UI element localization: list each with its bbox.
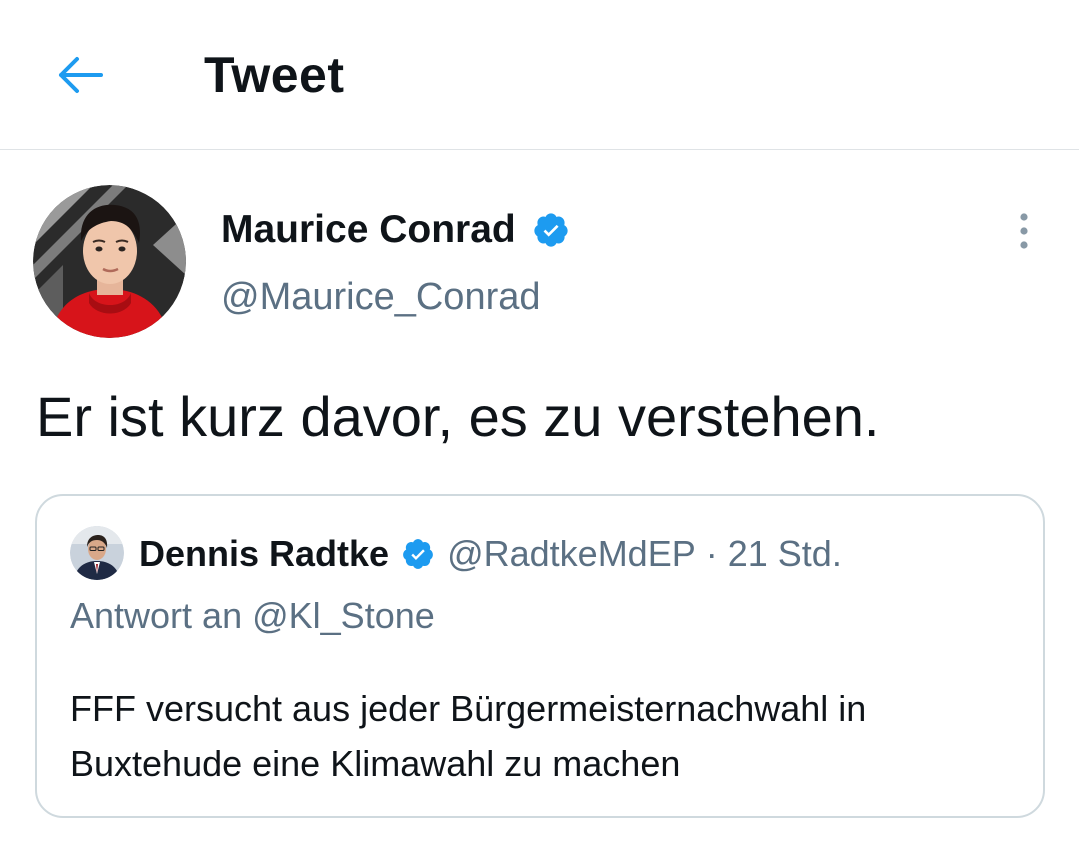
top-app-bar: Tweet (0, 0, 1079, 150)
quoted-tweet-text: FFF versucht aus jeder Bürgermeisternach… (70, 688, 867, 784)
tweet-detail-screen: Tweet Maurice Conrad @Maurice_Conrad Er … (0, 0, 1079, 844)
verified-badge-icon (401, 537, 435, 571)
author-name[interactable]: Maurice Conrad (221, 206, 516, 254)
quoted-tweet-timestamp: 21 Std. (727, 533, 842, 574)
quoted-tweet-card[interactable]: Dennis Radtke @RadtkeMdEP · 21 Std. Antw… (35, 494, 1045, 818)
more-options-button[interactable] (1004, 208, 1044, 254)
author-handle[interactable]: @Maurice_Conrad (221, 273, 541, 321)
reply-context: Antwort an @Kl_Stone (70, 593, 435, 639)
dot-separator: · (705, 533, 718, 574)
quoted-author-handle: @RadtkeMdEP (447, 533, 696, 574)
arrow-left-icon (59, 57, 103, 93)
avatar-image (33, 185, 186, 338)
page-title: Tweet (204, 47, 345, 103)
author-name-row: Maurice Conrad (221, 205, 570, 255)
verified-badge-icon (532, 211, 570, 249)
avatar[interactable] (33, 185, 186, 338)
reply-handle: @Kl_Stone (252, 595, 435, 636)
quoted-author-avatar (70, 526, 124, 580)
quoted-tweet-header: Dennis Radtke @RadtkeMdEP · 21 Std. (139, 530, 842, 578)
more-vertical-icon (1020, 213, 1028, 249)
tweet-text: Er ist kurz davor, es zu verstehen. (36, 385, 880, 448)
quoted-author-name: Dennis Radtke (139, 533, 390, 574)
back-button[interactable] (50, 50, 110, 100)
reply-prefix: Antwort an (70, 595, 243, 636)
